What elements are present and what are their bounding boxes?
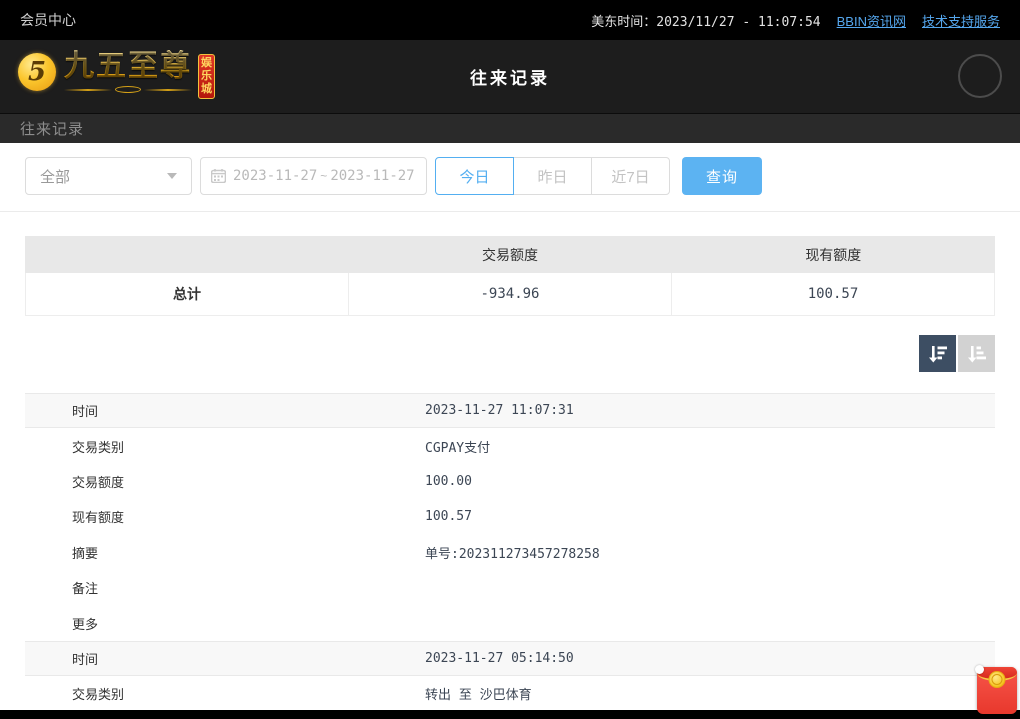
detail-label: 更多 — [25, 614, 425, 633]
brand-header: 5 九五至尊 娱乐城 往来记录 — [0, 40, 1020, 113]
sort-descending-button[interactable] — [919, 335, 956, 372]
detail-value: 2023-11-27 11:07:31 — [425, 403, 574, 418]
summary-header-empty — [25, 236, 348, 273]
date-from-value: 2023-11-27 — [233, 168, 317, 184]
summary-trade-amount-value: -934.96 — [348, 273, 671, 315]
date-range-separator: ~ — [317, 169, 330, 183]
search-button[interactable]: 查询 — [682, 157, 762, 195]
detail-row-summary: 摘要 单号:202311273457278258 — [25, 535, 995, 570]
calendar-icon — [211, 169, 226, 183]
detail-label: 备注 — [25, 578, 425, 597]
detail-row-trade-amount: 交易额度 100.00 — [25, 464, 995, 499]
detail-label: 时间 — [25, 649, 425, 668]
sort-controls — [25, 335, 995, 372]
summary-total-label: 总计 — [26, 273, 348, 315]
detail-row-note: 备注 — [25, 570, 995, 605]
notification-badge — [975, 665, 984, 674]
transaction-detail-list: 时间 2023-11-27 11:07:31 交易类别 CGPAY支付 交易额度… — [25, 393, 995, 712]
detail-label: 现有额度 — [25, 507, 425, 526]
detail-row-time: 时间 2023-11-27 05:14:50 — [25, 641, 995, 676]
detail-value: 转出 至 沙巴体育 — [425, 684, 532, 703]
detail-row-type: 交易类别 转出 至 沙巴体育 — [25, 676, 995, 711]
detail-label: 时间 — [25, 401, 425, 420]
transaction-type-select[interactable]: 全部 — [25, 157, 192, 195]
detail-value: CGPAY支付 — [425, 437, 490, 456]
detail-label: 摘要 — [25, 543, 425, 562]
detail-row-balance: 现有额度 100.57 — [25, 499, 995, 534]
range-yesterday-button[interactable]: 昨日 — [513, 157, 592, 195]
sort-descending-icon — [925, 341, 950, 366]
detail-value: 单号:202311273457278258 — [425, 543, 600, 562]
summary-balance-value: 100.57 — [671, 273, 994, 315]
detail-label: 交易额度 — [25, 472, 425, 491]
detail-row-time: 时间 2023-11-27 11:07:31 — [25, 393, 995, 428]
caret-down-icon — [167, 173, 177, 179]
date-to-value: 2023-11-27 — [330, 168, 414, 184]
summary-table: 交易额度 现有额度 总计 -934.96 100.57 — [25, 236, 995, 316]
sort-ascending-button[interactable] — [958, 335, 995, 372]
flourish-ornament-icon — [64, 86, 192, 93]
breadcrumb-bar: 往来记录 — [0, 113, 1020, 143]
coin-logo-icon: 5 — [18, 53, 56, 91]
detail-label: 交易类别 — [25, 684, 425, 703]
date-range-input[interactable]: 2023-11-27 ~ 2023-11-27 — [200, 157, 427, 195]
gold-coin-icon — [989, 671, 1006, 688]
bbin-news-link[interactable]: BBIN资讯网 — [837, 11, 906, 30]
sort-ascending-icon — [964, 341, 989, 366]
detail-value: 2023-11-27 05:14:50 — [425, 651, 574, 666]
avatar-circle[interactable] — [958, 54, 1002, 98]
summary-header-balance: 现有额度 — [672, 236, 995, 273]
tech-support-link[interactable]: 技术支持服务 — [922, 11, 1000, 30]
bottom-edge-bar — [0, 710, 1020, 719]
summary-header-trade-amount: 交易额度 — [348, 236, 671, 273]
transaction-type-value: 全部 — [40, 166, 167, 187]
brand-name: 九五至尊 — [64, 50, 192, 84]
member-center-label: 会员中心 — [20, 10, 76, 30]
brand-logo[interactable]: 5 九五至尊 娱乐城 — [18, 50, 215, 99]
top-bar: 会员中心 美东时间：2023/11/27 - 11:07:54 BBIN资讯网 … — [0, 0, 1020, 40]
range-today-button[interactable]: 今日 — [435, 157, 514, 195]
brand-badge: 娱乐城 — [198, 54, 215, 99]
detail-label: 交易类别 — [25, 437, 425, 456]
red-envelope-widget[interactable] — [977, 667, 1017, 714]
breadcrumb-title: 往来记录 — [20, 118, 84, 139]
detail-row-type: 交易类别 CGPAY支付 — [25, 428, 995, 463]
quick-range-group: 今日 昨日 近7日 — [435, 157, 670, 195]
summary-header-row: 交易额度 现有额度 — [25, 236, 995, 273]
detail-value: 100.57 — [425, 509, 472, 524]
filter-section: 全部 2023-11-27 ~ 2023-11-27 今日 昨日 近7日 — [0, 143, 1020, 212]
detail-value: 100.00 — [425, 474, 472, 489]
range-last7days-button[interactable]: 近7日 — [591, 157, 670, 195]
detail-row-more: 更多 — [25, 605, 995, 640]
eastern-time-label: 美东时间：2023/11/27 - 11:07:54 — [591, 11, 820, 30]
summary-total-row: 总计 -934.96 100.57 — [25, 273, 995, 316]
page-title: 往来记录 — [470, 64, 550, 89]
